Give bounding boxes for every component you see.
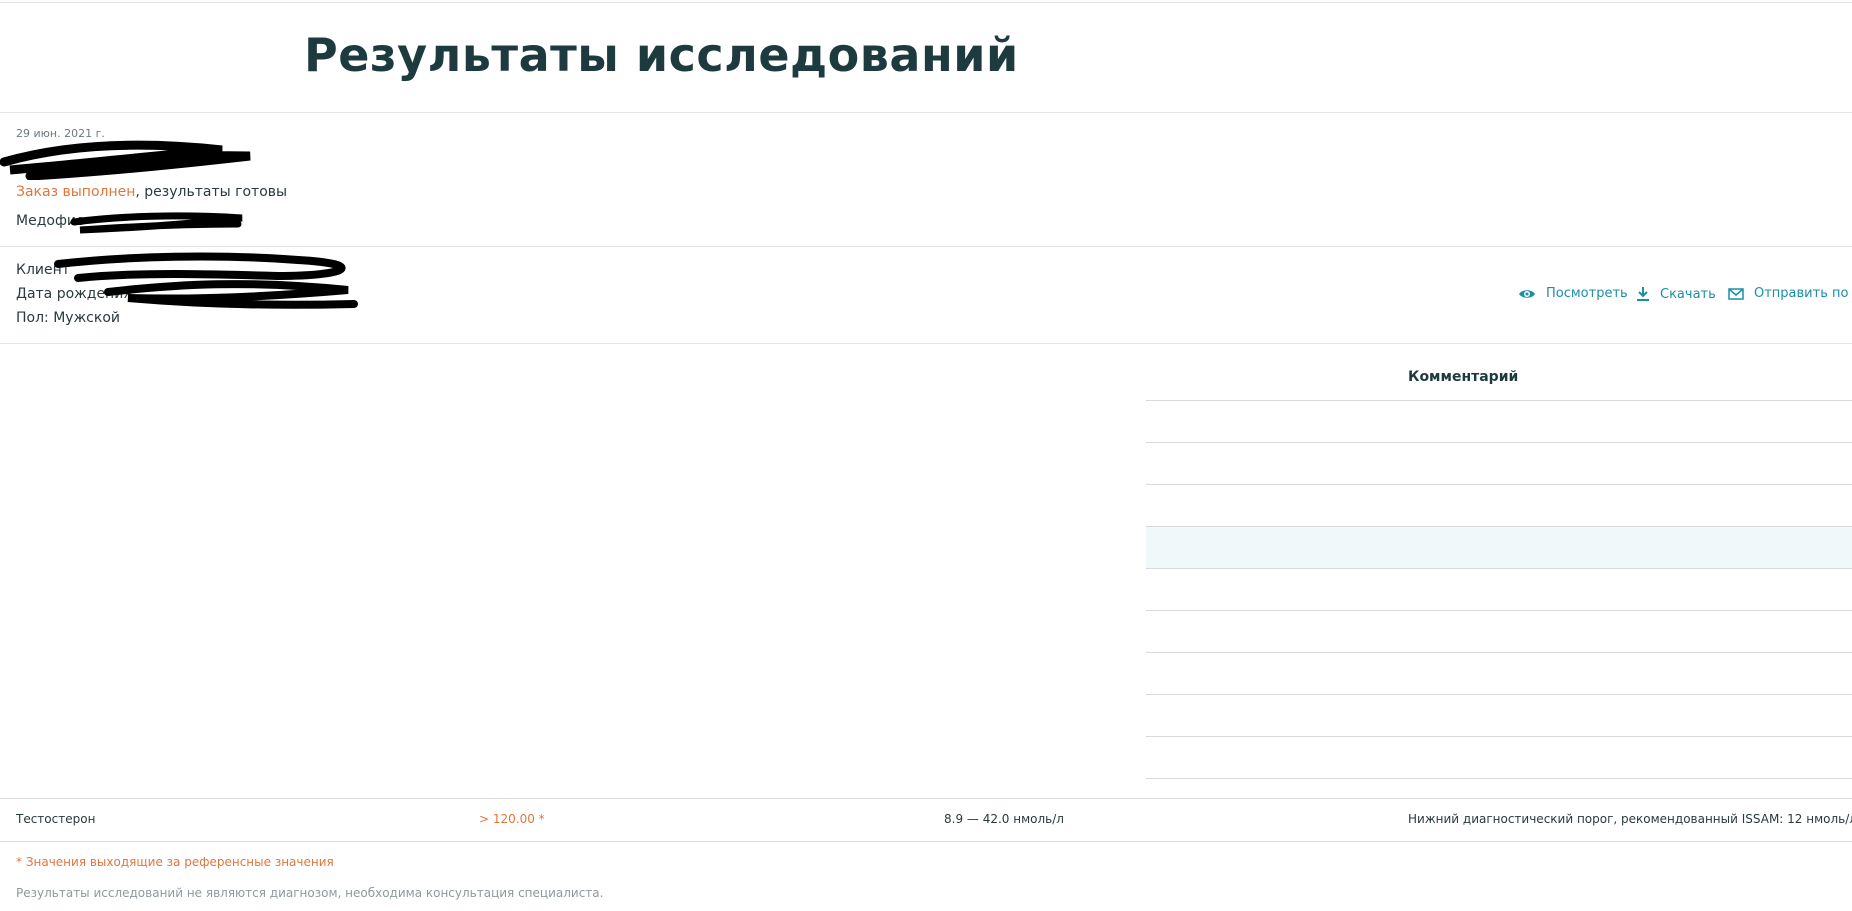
table-grid-line (1146, 778, 1852, 779)
test-value: > 120.00 * (479, 812, 545, 826)
test-name: Тестостерон (16, 812, 96, 826)
result-actions: Посмотреть Скачать Отправить по email (1518, 286, 1852, 306)
test-comment: Нижний диагностический порог, рекомендов… (1408, 812, 1852, 826)
test-reference: 8.9 — 42.0 нмоль/л (944, 812, 1064, 826)
page-title: Результаты исследований (304, 28, 1019, 82)
disclaimer: Результаты исследований не являются диаг… (16, 886, 604, 900)
view-button[interactable]: Посмотреть (1518, 286, 1628, 301)
view-label: Посмотреть (1546, 286, 1628, 301)
download-button[interactable]: Скачать (1636, 286, 1716, 302)
order-status-text: , результаты готовы (135, 184, 288, 200)
redaction-scribble (0, 140, 251, 180)
table-grid-line (1146, 400, 1852, 401)
eye-icon (1519, 289, 1535, 298)
download-label: Скачать (1660, 286, 1716, 302)
email-button[interactable]: Отправить по email (1728, 286, 1852, 301)
table-grid-line (1146, 442, 1852, 443)
download-icon (1637, 287, 1649, 301)
table-row-border (0, 841, 1852, 842)
order-status-link[interactable]: Заказ выполнен (16, 184, 135, 200)
email-label: Отправить по email (1754, 286, 1852, 301)
top-border (0, 2, 1852, 3)
table-grid-line (1146, 610, 1852, 611)
table-grid-line (1146, 568, 1852, 569)
order-status: Заказ выполнен, результаты готовы (16, 184, 287, 200)
redaction-scribble (70, 212, 243, 234)
comment-column-header: Комментарий (1408, 369, 1519, 385)
out-of-range-footnote: * Значения выходящие за референсные знач… (16, 855, 334, 869)
section-divider (0, 343, 1852, 344)
table-grid-line (1146, 484, 1852, 485)
table-row-border (0, 798, 1852, 799)
table-row-highlight (1146, 526, 1852, 568)
table-grid-line (1146, 526, 1852, 527)
table-grid-line (1146, 694, 1852, 695)
table-grid-line (1146, 736, 1852, 737)
section-divider (0, 246, 1852, 247)
table-grid-line (1146, 652, 1852, 653)
envelope-icon (1728, 287, 1744, 300)
header-divider (0, 112, 1852, 113)
redaction-scribble (54, 252, 358, 309)
